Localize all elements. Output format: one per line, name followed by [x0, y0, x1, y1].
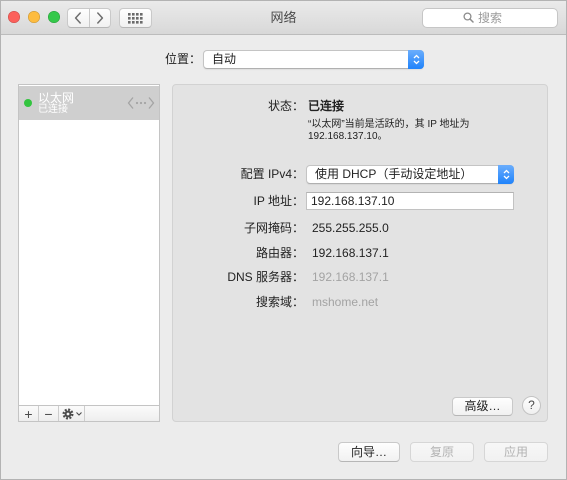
status-description-line: 192.168.137.10。 [308, 131, 388, 142]
ip-address-label: IP 地址： [253, 194, 304, 208]
search-domains-value: mshome.net [312, 295, 379, 309]
router-label: 路由器： [255, 246, 304, 260]
network-preferences-window: 网络 位置： 自动 以太网 已连接 [0, 0, 567, 480]
search-domains-label: 搜索域： [255, 295, 304, 309]
location-value: 自动 [212, 52, 237, 66]
location-popup[interactable]: 自动 [203, 50, 424, 69]
status-dot [24, 99, 32, 107]
router-value: 192.168.137.1 [312, 246, 389, 260]
popup-stepper-icon [498, 165, 514, 184]
assist-me-button[interactable]: 向导… [338, 442, 400, 462]
configure-ipv4-value: 使用 DHCP（手动设定地址） [315, 167, 473, 181]
popup-stepper-icon [408, 50, 424, 69]
search-field[interactable] [422, 8, 558, 28]
dns-server-label: DNS 服务器： [227, 270, 304, 284]
service-actions-button[interactable] [59, 406, 85, 421]
add-service-button[interactable]: + [19, 406, 39, 421]
sidebar-item-ethernet[interactable]: 以太网 已连接 [19, 86, 159, 120]
ip-address-field[interactable] [306, 192, 514, 210]
configure-ipv4-popup[interactable]: 使用 DHCP（手动设定地址） [306, 165, 514, 184]
service-list-toolbar: + − [19, 405, 159, 421]
configure-ipv4-label: 配置 IPv4： [240, 167, 304, 181]
search-input[interactable] [423, 9, 557, 27]
help-button[interactable]: ? [522, 396, 541, 415]
title-bar: 网络 [0, 0, 567, 35]
ethernet-icon [127, 96, 155, 110]
advanced-button[interactable]: 高级… [452, 397, 513, 416]
service-list: 以太网 已连接 + − [18, 84, 160, 422]
revert-button[interactable]: 复原 [410, 442, 474, 462]
apply-button[interactable]: 应用 [484, 442, 548, 462]
status-value: 已连接 [308, 99, 345, 113]
remove-service-button[interactable]: − [39, 406, 59, 421]
gear-icon [61, 407, 74, 420]
subnet-mask-value: 255.255.255.0 [312, 221, 389, 235]
chevron-down-icon [75, 411, 82, 416]
status-label: 状态： [267, 99, 304, 113]
location-label: 位置： [165, 52, 202, 66]
subnet-mask-label: 子网掩码： [243, 221, 304, 235]
dns-server-value: 192.168.137.1 [312, 270, 389, 284]
status-description-line: “以太网”当前是活跃的，其 IP 地址为 [308, 119, 470, 130]
service-status: 已连接 [38, 104, 68, 115]
